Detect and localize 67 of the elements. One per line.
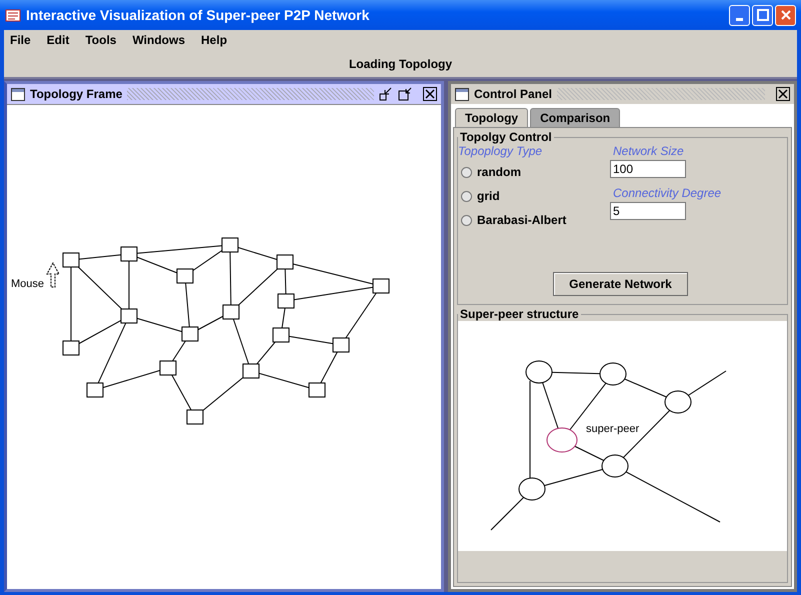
- network-node: [242, 364, 260, 378]
- network-node: [120, 308, 138, 324]
- menu-item[interactable]: File: [10, 33, 31, 47]
- network-node: [272, 328, 290, 342]
- menu-item[interactable]: Tools: [85, 33, 116, 47]
- tab[interactable]: Comparison: [530, 108, 620, 127]
- maximize-icon[interactable]: [398, 87, 412, 101]
- generate-network-button[interactable]: Generate Network: [553, 272, 688, 296]
- network-size-field[interactable]: 100: [610, 160, 686, 178]
- minimize-icon[interactable]: [379, 87, 393, 101]
- radio-option[interactable]: random: [458, 160, 610, 184]
- network-node: [222, 304, 240, 320]
- network-node: [176, 268, 194, 284]
- super-peer-node: [546, 428, 578, 452]
- title-bar-grip[interactable]: [557, 88, 765, 100]
- radio-icon[interactable]: [461, 214, 472, 226]
- close-icon[interactable]: [423, 87, 437, 101]
- frame-icon: [11, 88, 25, 100]
- maximize-icon: [756, 9, 768, 21]
- peer-node: [664, 390, 692, 414]
- network-node: [160, 360, 176, 376]
- network-node: [62, 340, 80, 356]
- menu-item[interactable]: Windows: [132, 33, 186, 47]
- frame-title: Control Panel: [474, 87, 552, 101]
- network-node: [86, 382, 104, 398]
- radio-icon[interactable]: [461, 190, 472, 202]
- network-node: [182, 326, 198, 342]
- minimize-icon: [736, 18, 743, 20]
- title-bar-grip[interactable]: [127, 88, 374, 100]
- network-size-label: Network Size: [612, 144, 685, 160]
- network-node: [120, 246, 138, 262]
- connectivity-degree-field[interactable]: 5: [610, 202, 686, 220]
- close-button[interactable]: [775, 4, 796, 26]
- app-icon: [5, 7, 21, 23]
- status-text: Loading Topology: [348, 56, 452, 70]
- mouse-label: Mouse: [11, 278, 44, 290]
- radio-icon[interactable]: [461, 166, 472, 178]
- menu-item[interactable]: Edit: [46, 33, 70, 47]
- network-node: [62, 252, 80, 268]
- close-icon: [780, 9, 792, 21]
- group-title: Super-peer structure: [459, 307, 580, 321]
- peer-node: [600, 362, 626, 386]
- peer-node: [518, 478, 546, 500]
- maximize-button[interactable]: [752, 4, 773, 26]
- topology-type-label: Topoplogy Type: [458, 144, 544, 160]
- network-node: [308, 382, 326, 398]
- frame-icon: [455, 88, 469, 100]
- window-title: Interactive Visualization of Super-peer P2P Network: [26, 7, 370, 23]
- peer-node: [602, 454, 628, 478]
- network-node: [332, 338, 350, 352]
- network-node: [372, 278, 390, 294]
- tab[interactable]: Topology: [455, 108, 528, 127]
- group-title: Topolgy Control: [459, 130, 553, 144]
- mouse-arrow-icon: [46, 262, 60, 288]
- connectivity-degree-label: Connectivity Degree: [612, 186, 722, 202]
- menu-item[interactable]: Help: [201, 33, 228, 47]
- peer-node: [526, 360, 552, 384]
- radio-option[interactable]: Barabasi-Albert: [458, 208, 610, 232]
- network-node: [276, 254, 294, 270]
- radio-option[interactable]: grid: [458, 184, 610, 208]
- minimize-button[interactable]: [729, 4, 750, 26]
- network-node: [186, 410, 204, 424]
- close-icon[interactable]: [776, 87, 790, 101]
- network-node: [222, 238, 238, 252]
- network-node: [278, 294, 294, 308]
- frame-title: Topology Frame: [30, 87, 122, 101]
- super-peer-label: super-peer: [586, 423, 640, 435]
